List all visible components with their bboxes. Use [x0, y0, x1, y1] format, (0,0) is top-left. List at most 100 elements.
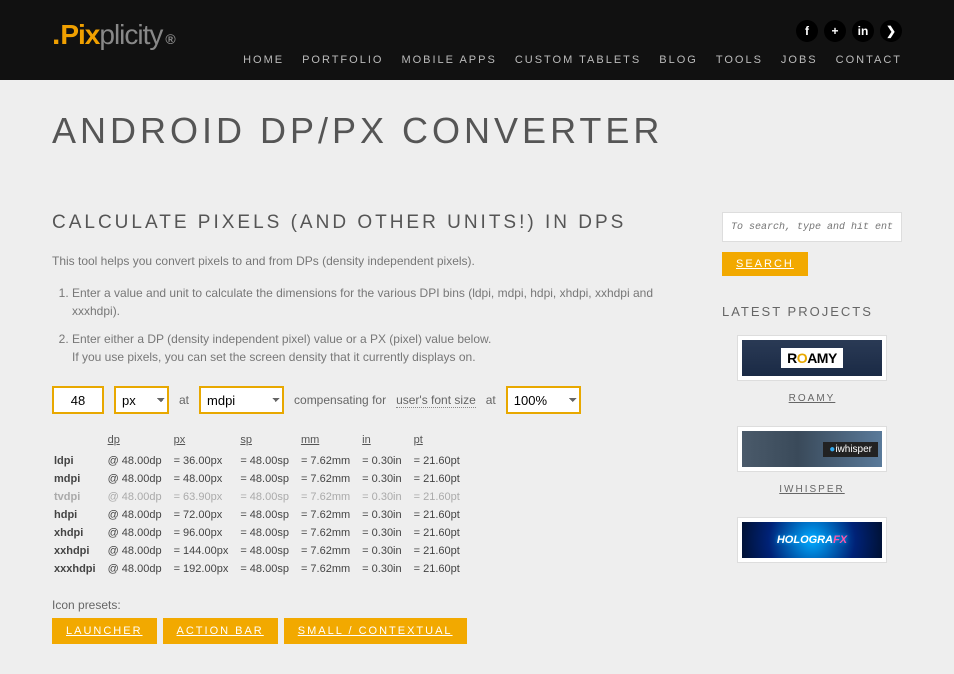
cell-pt: = 21.60pt: [412, 542, 470, 560]
twitter-icon[interactable]: ❯: [880, 20, 902, 42]
cell-sp: = 48.00sp: [238, 488, 299, 506]
table-row: hdpi@ 48.00dp= 72.00px= 48.00sp= 7.62mm=…: [52, 506, 470, 524]
cell-px: = 36.00px: [172, 452, 239, 470]
instruction-step: Enter a value and unit to calculate the …: [72, 284, 692, 320]
search-button[interactable]: SEARCH: [722, 252, 808, 276]
percent-select[interactable]: 100%: [506, 386, 581, 414]
row-label: tvdpi: [52, 488, 106, 506]
cell-dp: @ 48.00dp: [106, 470, 172, 488]
row-label: xhdpi: [52, 524, 106, 542]
cell-sp: = 48.00sp: [238, 506, 299, 524]
nav-contact[interactable]: CONTACT: [836, 54, 902, 66]
facebook-icon[interactable]: f: [796, 20, 818, 42]
cell-dp: @ 48.00dp: [106, 488, 172, 506]
latest-projects-title: LATEST PROJECTS: [722, 304, 902, 319]
preset-actionbar-button[interactable]: ACTION BAR: [163, 618, 278, 644]
col-mm: mm: [299, 432, 360, 452]
logo[interactable]: . Pix plicity ®: [52, 18, 175, 52]
col-pt: pt: [412, 432, 470, 452]
font-size-link[interactable]: user's font size: [396, 393, 476, 408]
col-dp: dp: [106, 432, 172, 452]
value-input[interactable]: [52, 386, 104, 414]
project-link-roamy[interactable]: ROAMY: [789, 393, 836, 404]
cell-px: = 72.00px: [172, 506, 239, 524]
cell-in: = 0.30in: [360, 470, 411, 488]
cell-pt: = 21.60pt: [412, 470, 470, 488]
row-label: mdpi: [52, 470, 106, 488]
project-thumb-roamy[interactable]: ROAMY: [737, 335, 887, 381]
conversion-table: dp px sp mm in pt ldpi@ 48.00dp= 36.00px…: [52, 432, 470, 578]
cell-mm: = 7.62mm: [299, 560, 360, 578]
logo-dot-icon: .: [52, 18, 59, 52]
cell-in: = 0.30in: [360, 452, 411, 470]
preset-launcher-button[interactable]: LAUNCHER: [52, 618, 157, 644]
sidebar: SEARCH LATEST PROJECTS ROAMY ROAMY ●iwhi…: [722, 212, 902, 644]
nav-mobile-apps[interactable]: MOBILE APPS: [401, 54, 496, 66]
table-row: mdpi@ 48.00dp= 48.00px= 48.00sp= 7.62mm=…: [52, 470, 470, 488]
cell-pt: = 21.60pt: [412, 506, 470, 524]
cell-mm: = 7.62mm: [299, 542, 360, 560]
cell-pt: = 21.60pt: [412, 560, 470, 578]
cell-mm: = 7.62mm: [299, 506, 360, 524]
at-label-2: at: [486, 393, 496, 407]
cell-sp: = 48.00sp: [238, 560, 299, 578]
instructions-list: Enter a value and unit to calculate the …: [72, 284, 692, 366]
col-sp: sp: [238, 432, 299, 452]
col-px: px: [172, 432, 239, 452]
cell-pt: = 21.60pt: [412, 488, 470, 506]
row-label: xxhdpi: [52, 542, 106, 560]
nav-tools[interactable]: TOOLS: [716, 54, 763, 66]
project-thumb-holografx[interactable]: HOLOGRAFX: [737, 517, 887, 563]
cell-px: = 144.00px: [172, 542, 239, 560]
cell-mm: = 7.62mm: [299, 452, 360, 470]
cell-sp: = 48.00sp: [238, 452, 299, 470]
cell-dp: @ 48.00dp: [106, 542, 172, 560]
row-label: hdpi: [52, 506, 106, 524]
cell-px: = 96.00px: [172, 524, 239, 542]
converter-inputs: px at mdpi compensating for user's font …: [52, 386, 692, 414]
social-icons: f + in ❯: [796, 20, 902, 42]
nav-jobs[interactable]: JOBS: [781, 54, 818, 66]
logo-text-plicity: plicity: [99, 19, 162, 51]
top-bar: . Pix plicity ® f + in ❯ HOME PORTFOLIO …: [0, 0, 954, 80]
nav-blog[interactable]: BLOG: [659, 54, 698, 66]
page-title: ANDROID DP/PX CONVERTER: [52, 110, 902, 152]
project-thumb-iwhisper[interactable]: ●iwhisper: [737, 426, 887, 472]
table-row: ldpi@ 48.00dp= 36.00px= 48.00sp= 7.62mm=…: [52, 452, 470, 470]
presets-label: Icon presets:: [52, 598, 692, 612]
unit-select[interactable]: px: [114, 386, 169, 414]
cell-pt: = 21.60pt: [412, 452, 470, 470]
cell-px: = 48.00px: [172, 470, 239, 488]
section-title: CALCULATE PIXELS (AND OTHER UNITS!) IN D…: [52, 212, 692, 234]
intro-text: This tool helps you convert pixels to an…: [52, 254, 692, 268]
table-row: xhdpi@ 48.00dp= 96.00px= 48.00sp= 7.62mm…: [52, 524, 470, 542]
cell-pt: = 21.60pt: [412, 524, 470, 542]
linkedin-icon[interactable]: in: [852, 20, 874, 42]
density-select[interactable]: mdpi: [199, 386, 284, 414]
cell-in: = 0.30in: [360, 488, 411, 506]
table-row: tvdpi@ 48.00dp= 63.90px= 48.00sp= 7.62mm…: [52, 488, 470, 506]
project-item: ROAMY ROAMY: [722, 335, 902, 404]
preset-small-button[interactable]: SMALL / CONTEXTUAL: [284, 618, 467, 644]
cell-sp: = 48.00sp: [238, 470, 299, 488]
compensating-label: compensating for: [294, 393, 386, 407]
cell-in: = 0.30in: [360, 506, 411, 524]
search-input[interactable]: [722, 212, 902, 242]
main-nav: HOME PORTFOLIO MOBILE APPS CUSTOM TABLET…: [243, 54, 902, 66]
main-content: CALCULATE PIXELS (AND OTHER UNITS!) IN D…: [52, 212, 692, 644]
row-label: xxxhdpi: [52, 560, 106, 578]
cell-px: = 192.00px: [172, 560, 239, 578]
table-row: xxhdpi@ 48.00dp= 144.00px= 48.00sp= 7.62…: [52, 542, 470, 560]
nav-custom-tablets[interactable]: CUSTOM TABLETS: [515, 54, 641, 66]
logo-text-pix: Pix: [60, 19, 99, 51]
nav-home[interactable]: HOME: [243, 54, 284, 66]
project-link-iwhisper[interactable]: IWHISPER: [779, 484, 844, 495]
table-row: xxxhdpi@ 48.00dp= 192.00px= 48.00sp= 7.6…: [52, 560, 470, 578]
cell-dp: @ 48.00dp: [106, 506, 172, 524]
project-item: ●iwhisper IWHISPER: [722, 426, 902, 495]
logo-registered-icon: ®: [165, 31, 174, 47]
cell-in: = 0.30in: [360, 524, 411, 542]
cell-dp: @ 48.00dp: [106, 524, 172, 542]
plus-icon[interactable]: +: [824, 20, 846, 42]
nav-portfolio[interactable]: PORTFOLIO: [302, 54, 383, 66]
